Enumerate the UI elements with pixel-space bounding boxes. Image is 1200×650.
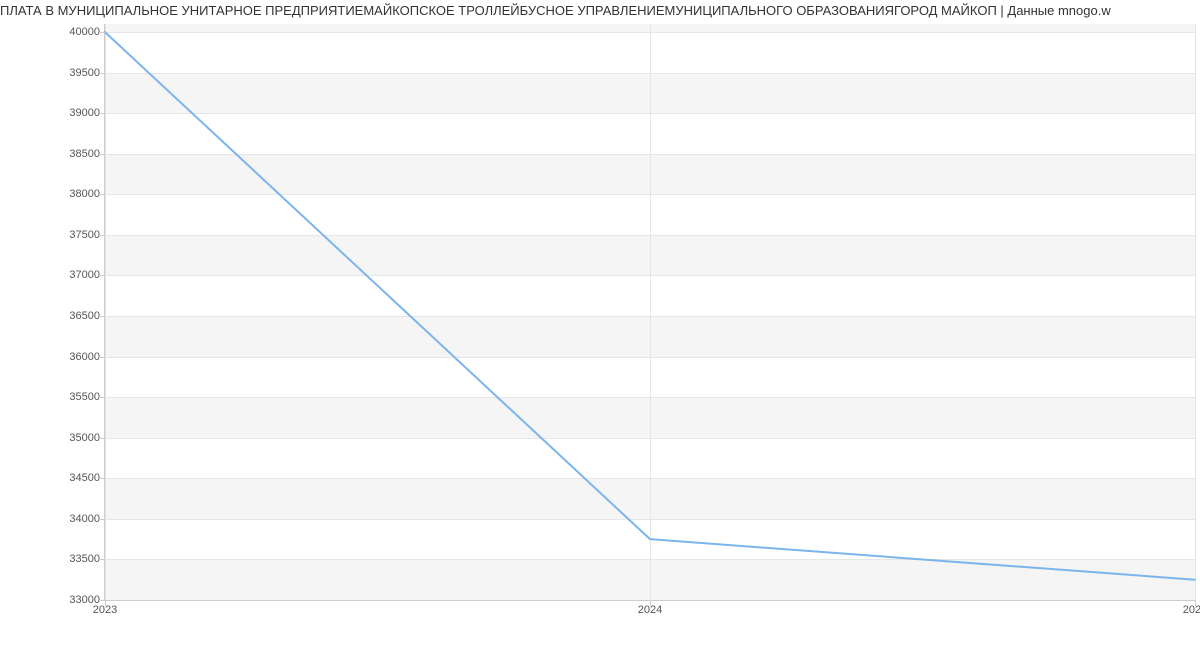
plot-area xyxy=(105,24,1195,600)
y-tick-label: 38500 xyxy=(69,148,100,160)
y-tick-mark xyxy=(99,73,105,74)
y-tick-mark xyxy=(99,194,105,195)
y-tick-mark xyxy=(99,397,105,398)
y-tick-label: 36000 xyxy=(69,351,100,363)
x-tick-mark xyxy=(1195,600,1196,606)
y-tick-label: 37000 xyxy=(69,269,100,281)
x-tick-mark xyxy=(650,600,651,606)
x-tick-mark xyxy=(105,600,106,606)
y-tick-mark xyxy=(99,438,105,439)
y-tick-mark xyxy=(99,113,105,114)
y-tick-label: 39500 xyxy=(69,67,100,79)
y-tick-mark xyxy=(99,32,105,33)
y-tick-mark xyxy=(99,519,105,520)
x-tick-label: 2025 xyxy=(1183,604,1200,616)
y-tick-label: 34000 xyxy=(69,513,100,525)
series-line xyxy=(105,32,1195,580)
y-tick-label: 36500 xyxy=(69,310,100,322)
y-tick-label: 33500 xyxy=(69,553,100,565)
y-tick-label: 34500 xyxy=(69,472,100,484)
y-tick-label: 35000 xyxy=(69,432,100,444)
v-gridline xyxy=(1195,24,1196,600)
y-tick-mark xyxy=(99,478,105,479)
line-layer xyxy=(105,24,1195,600)
y-tick-label: 39000 xyxy=(69,107,100,119)
y-tick-label: 37500 xyxy=(69,229,100,241)
y-tick-mark xyxy=(99,275,105,276)
y-tick-mark xyxy=(99,316,105,317)
y-tick-mark xyxy=(99,559,105,560)
chart-title: ПЛАТА В МУНИЦИПАЛЬНОЕ УНИТАРНОЕ ПРЕДПРИЯ… xyxy=(0,0,1200,22)
y-tick-mark xyxy=(99,235,105,236)
y-tick-mark xyxy=(99,357,105,358)
y-tick-label: 35500 xyxy=(69,391,100,403)
y-tick-label: 40000 xyxy=(69,26,100,38)
y-tick-mark xyxy=(99,154,105,155)
y-tick-label: 38000 xyxy=(69,188,100,200)
